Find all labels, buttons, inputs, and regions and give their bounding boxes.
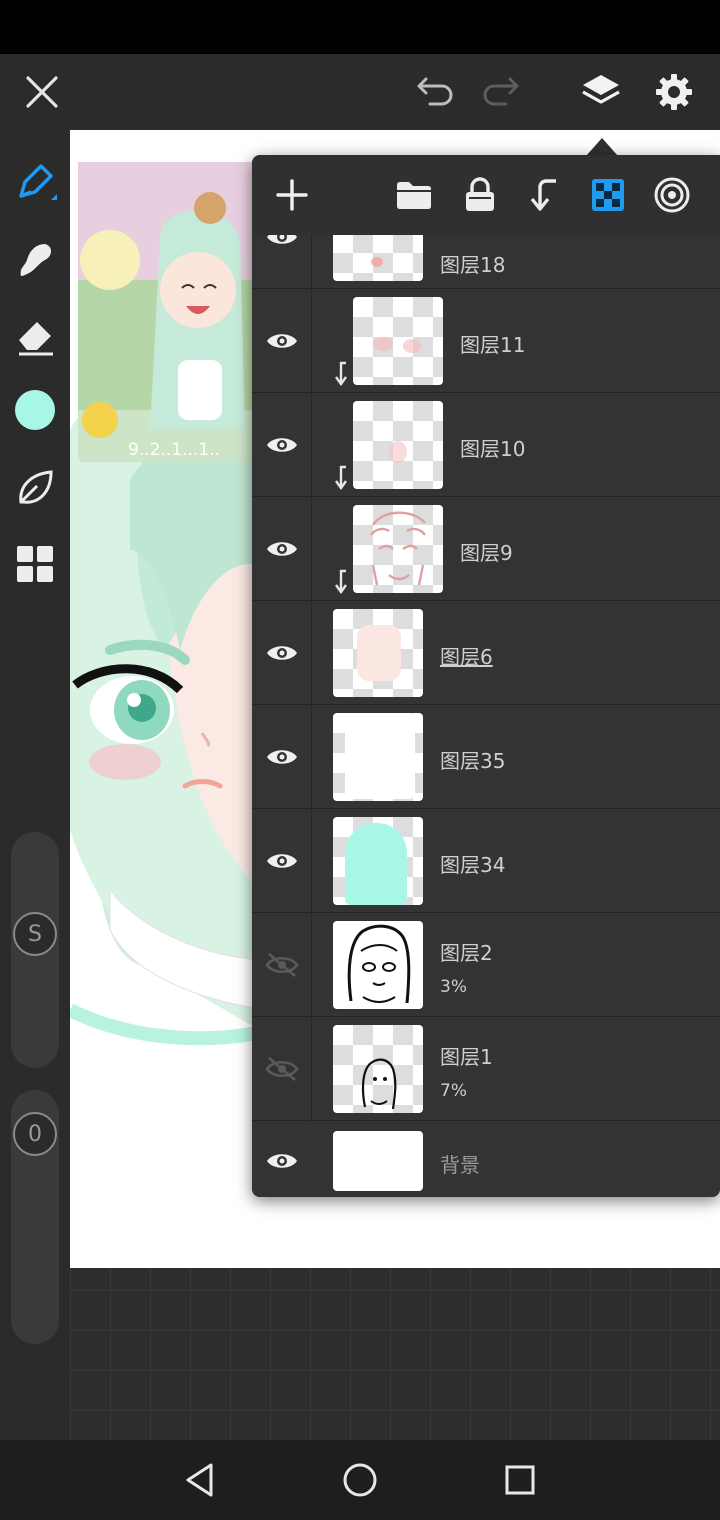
blend-icon[interactable] [648,171,696,219]
layer-thumbnail [333,817,423,905]
layer-row[interactable]: 图层9 [252,497,720,601]
eye-hidden-icon[interactable] [252,1017,312,1121]
layer-list[interactable]: 图层18 图层11 图层10 图层9 图层6 图层35 图层34 图层2 3% … [252,235,720,1197]
eye-icon[interactable] [252,1121,312,1197]
leaf-icon[interactable] [11,464,59,512]
layer-thumbnail [353,401,443,489]
eye-icon[interactable] [252,235,312,289]
layer-thumbnail [353,505,443,593]
layer-name: 图层35 [440,749,506,773]
alpha-lock-icon[interactable] [584,171,632,219]
opacity-knob[interactable]: 0 [13,1112,57,1156]
home-icon[interactable] [336,1456,384,1504]
status-bar [0,0,720,54]
eye-icon[interactable] [252,601,312,705]
eraser-icon[interactable] [11,312,59,360]
layer-name: 图层18 [440,253,506,277]
layer-name: 图层34 [440,853,506,877]
layer-row[interactable]: 图层18 [252,235,720,289]
panel-caret [586,138,618,156]
clip-arrow-icon [335,465,347,491]
grid-icon[interactable] [11,540,59,588]
layer-row[interactable]: 图层1 7% [252,1017,720,1121]
layer-thumbnail [333,609,423,697]
folder-icon[interactable] [390,171,438,219]
navigation-bar [0,1440,720,1520]
eye-icon[interactable] [252,497,312,601]
layer-thumbnail [333,921,423,1009]
layers-icon[interactable] [577,68,625,116]
reference-image [78,162,258,462]
eye-icon[interactable] [252,809,312,913]
layer-thumbnail [353,297,443,385]
layer-name: 图层6 [440,645,493,669]
layer-thumbnail [333,235,423,281]
reference-caption: 9..2..1...1.. [128,440,220,460]
clip-arrow-icon [335,361,347,387]
clip-icon[interactable] [520,171,568,219]
pen-icon[interactable] [11,158,59,206]
layer-row[interactable]: 图层10 [252,393,720,497]
lock-icon[interactable] [456,171,504,219]
brush-size-knob[interactable]: S [13,912,57,956]
layer-row[interactable]: 图层2 3% [252,913,720,1017]
eye-icon[interactable] [252,705,312,809]
layer-opacity: 3% [440,977,467,997]
layer-thumbnail [333,1025,423,1113]
close-icon[interactable] [18,68,66,116]
layer-thumbnail [333,1131,423,1191]
layer-row-selected[interactable]: 图层6 [252,601,720,705]
layer-row[interactable]: 图层11 [252,289,720,393]
gear-icon[interactable] [650,68,698,116]
layer-opacity: 7% [440,1081,467,1101]
layer-thumbnail [333,713,423,801]
color-swatch[interactable] [11,386,59,434]
layer-name: 图层10 [460,437,526,461]
undo-icon[interactable] [412,68,460,116]
eye-hidden-icon[interactable] [252,913,312,1017]
redo-icon[interactable] [476,68,524,116]
layer-name: 图层11 [460,333,526,357]
clip-arrow-icon [335,569,347,595]
recents-icon[interactable] [496,1456,544,1504]
layer-name: 图层1 [440,1045,493,1069]
layer-row[interactable]: 图层34 [252,809,720,913]
layers-panel: 图层18 图层11 图层10 图层9 图层6 图层35 图层34 图层2 3% … [252,155,720,1197]
layers-panel-toolbar [252,155,720,235]
layer-row[interactable]: 图层35 [252,705,720,809]
smudge-icon[interactable] [11,236,59,284]
eye-icon[interactable] [252,289,312,393]
layer-name: 背景 [440,1153,480,1177]
layer-name: 图层9 [460,541,513,565]
left-toolbar: S 0 [0,130,70,1440]
add-layer-icon[interactable] [268,171,316,219]
eye-icon[interactable] [252,393,312,497]
layer-name: 图层2 [440,941,493,965]
top-toolbar [0,54,720,130]
back-icon[interactable] [176,1456,224,1504]
layer-row-background[interactable]: 背景 [252,1121,720,1197]
